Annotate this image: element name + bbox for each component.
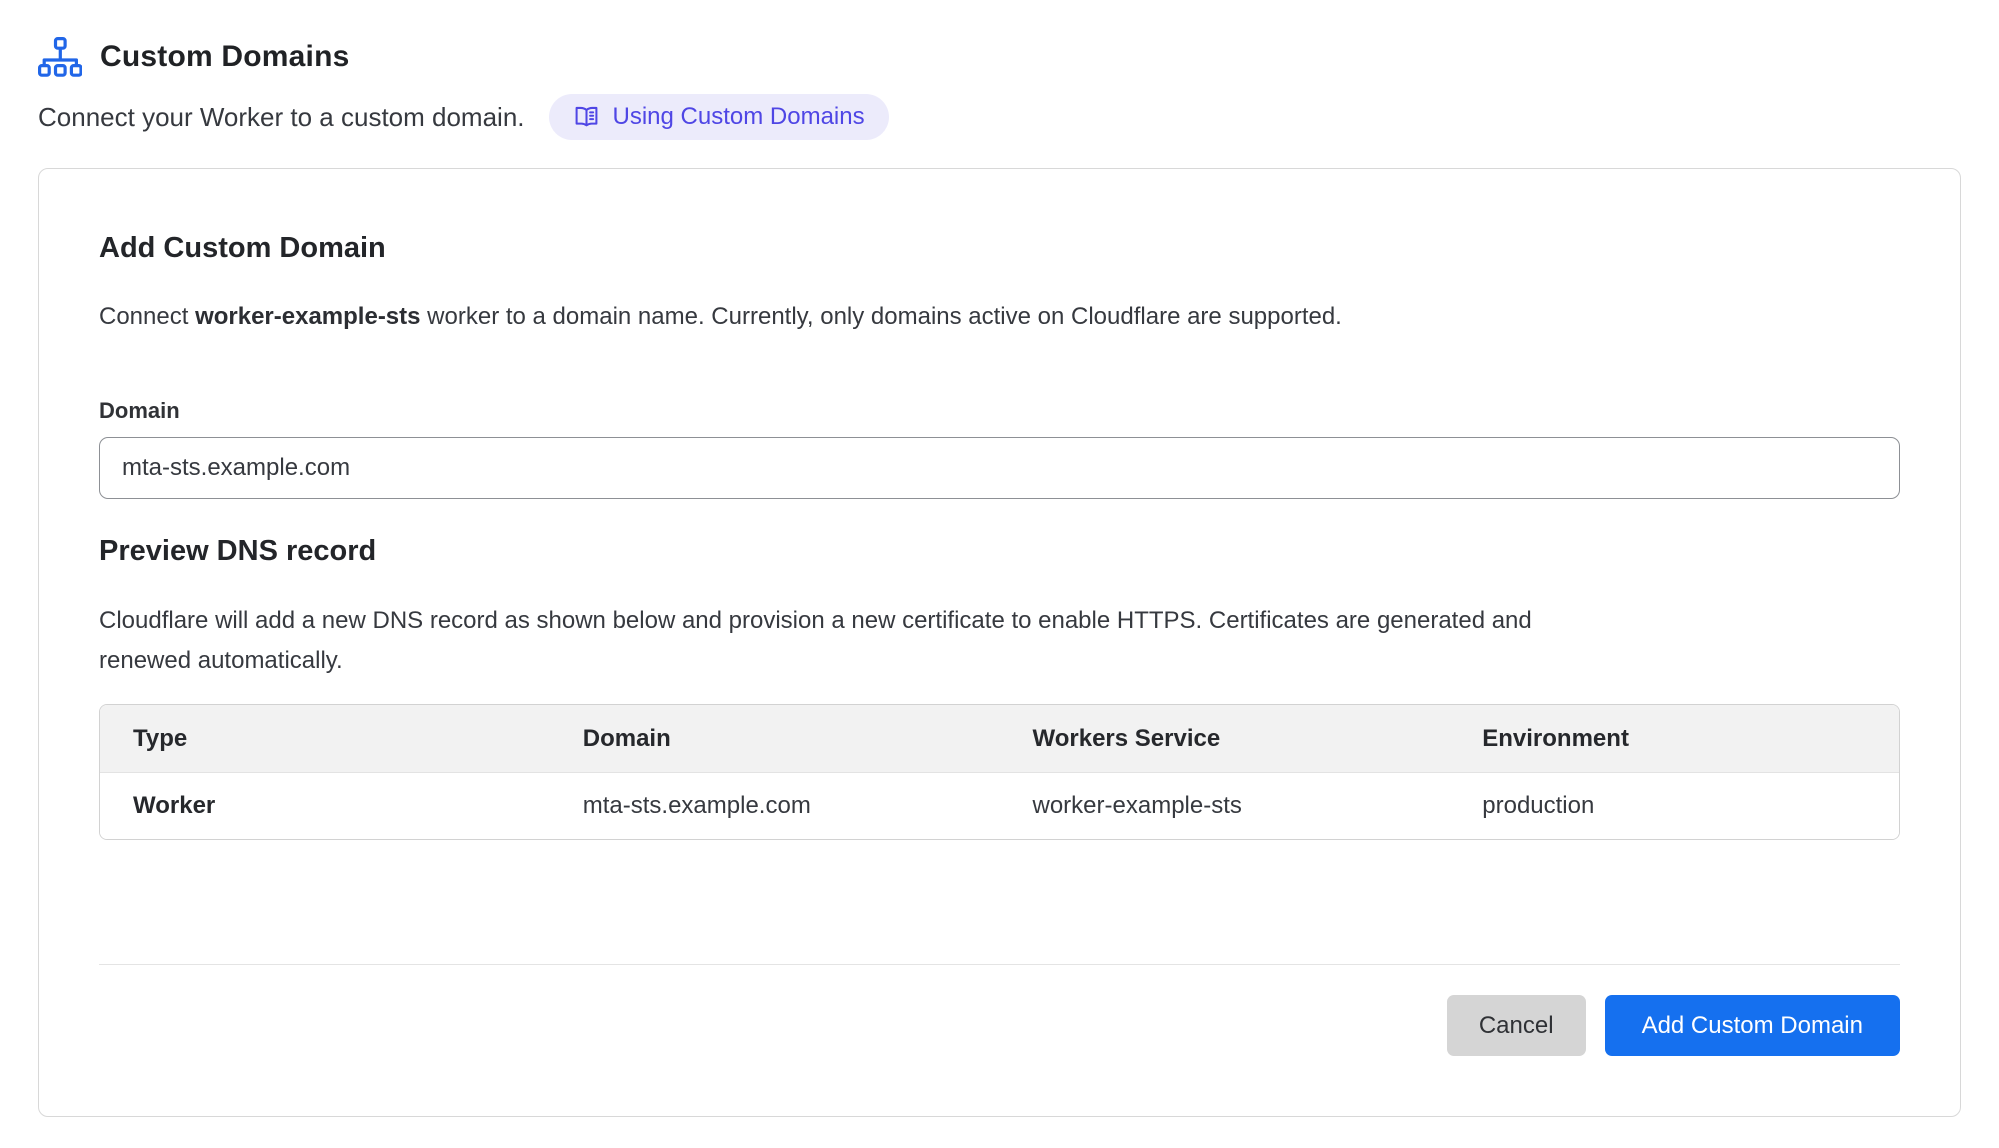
cancel-button[interactable]: Cancel: [1447, 995, 1586, 1056]
cell-workers-service: worker-example-sts: [1000, 773, 1450, 839]
sitemap-icon: [38, 36, 82, 78]
table-row: Worker mta-sts.example.com worker-exampl…: [100, 773, 1899, 839]
column-header-workers-service: Workers Service: [1000, 705, 1450, 773]
using-custom-domains-link[interactable]: Using Custom Domains: [549, 94, 889, 140]
cell-environment: production: [1449, 773, 1899, 839]
card-intro: Connect worker-example-sts worker to a d…: [99, 302, 1900, 332]
card-actions: Cancel Add Custom Domain: [99, 995, 1900, 1056]
add-custom-domain-card: Add Custom Domain Connect worker-example…: [38, 168, 1961, 1117]
column-header-environment: Environment: [1449, 705, 1899, 773]
preview-dns-heading: Preview DNS record: [99, 534, 1900, 568]
page-title: Custom Domains: [100, 40, 350, 74]
footer-divider: [99, 964, 1900, 965]
intro-suffix: worker to a domain name. Currently, only…: [421, 303, 1342, 330]
open-book-icon: [573, 104, 600, 131]
domain-input[interactable]: [99, 437, 1900, 499]
domain-field-label: Domain: [99, 398, 1900, 424]
column-header-domain: Domain: [550, 705, 1000, 773]
worker-name: worker-example-sts: [195, 303, 420, 330]
table-header-row: Type Domain Workers Service Environment: [100, 705, 1899, 773]
add-custom-domain-button[interactable]: Add Custom Domain: [1605, 995, 1900, 1056]
dns-preview-table: Type Domain Workers Service Environment …: [99, 704, 1900, 840]
column-header-type: Type: [100, 705, 550, 773]
page-subtitle: Connect your Worker to a custom domain.: [38, 102, 525, 133]
card-heading: Add Custom Domain: [99, 231, 1900, 265]
page-header: Custom Domains: [38, 34, 1961, 80]
intro-prefix: Connect: [99, 303, 195, 330]
custom-domains-page: Custom Domains Connect your Worker to a …: [0, 0, 1999, 1117]
dns-preview-table-wrap: Type Domain Workers Service Environment …: [99, 704, 1900, 840]
cell-domain: mta-sts.example.com: [550, 773, 1000, 839]
cell-type: Worker: [100, 773, 550, 839]
page-subtitle-row: Connect your Worker to a custom domain. …: [38, 94, 1961, 140]
preview-dns-description: Cloudflare will add a new DNS record as …: [99, 601, 1564, 681]
using-custom-domains-label: Using Custom Domains: [613, 103, 865, 131]
